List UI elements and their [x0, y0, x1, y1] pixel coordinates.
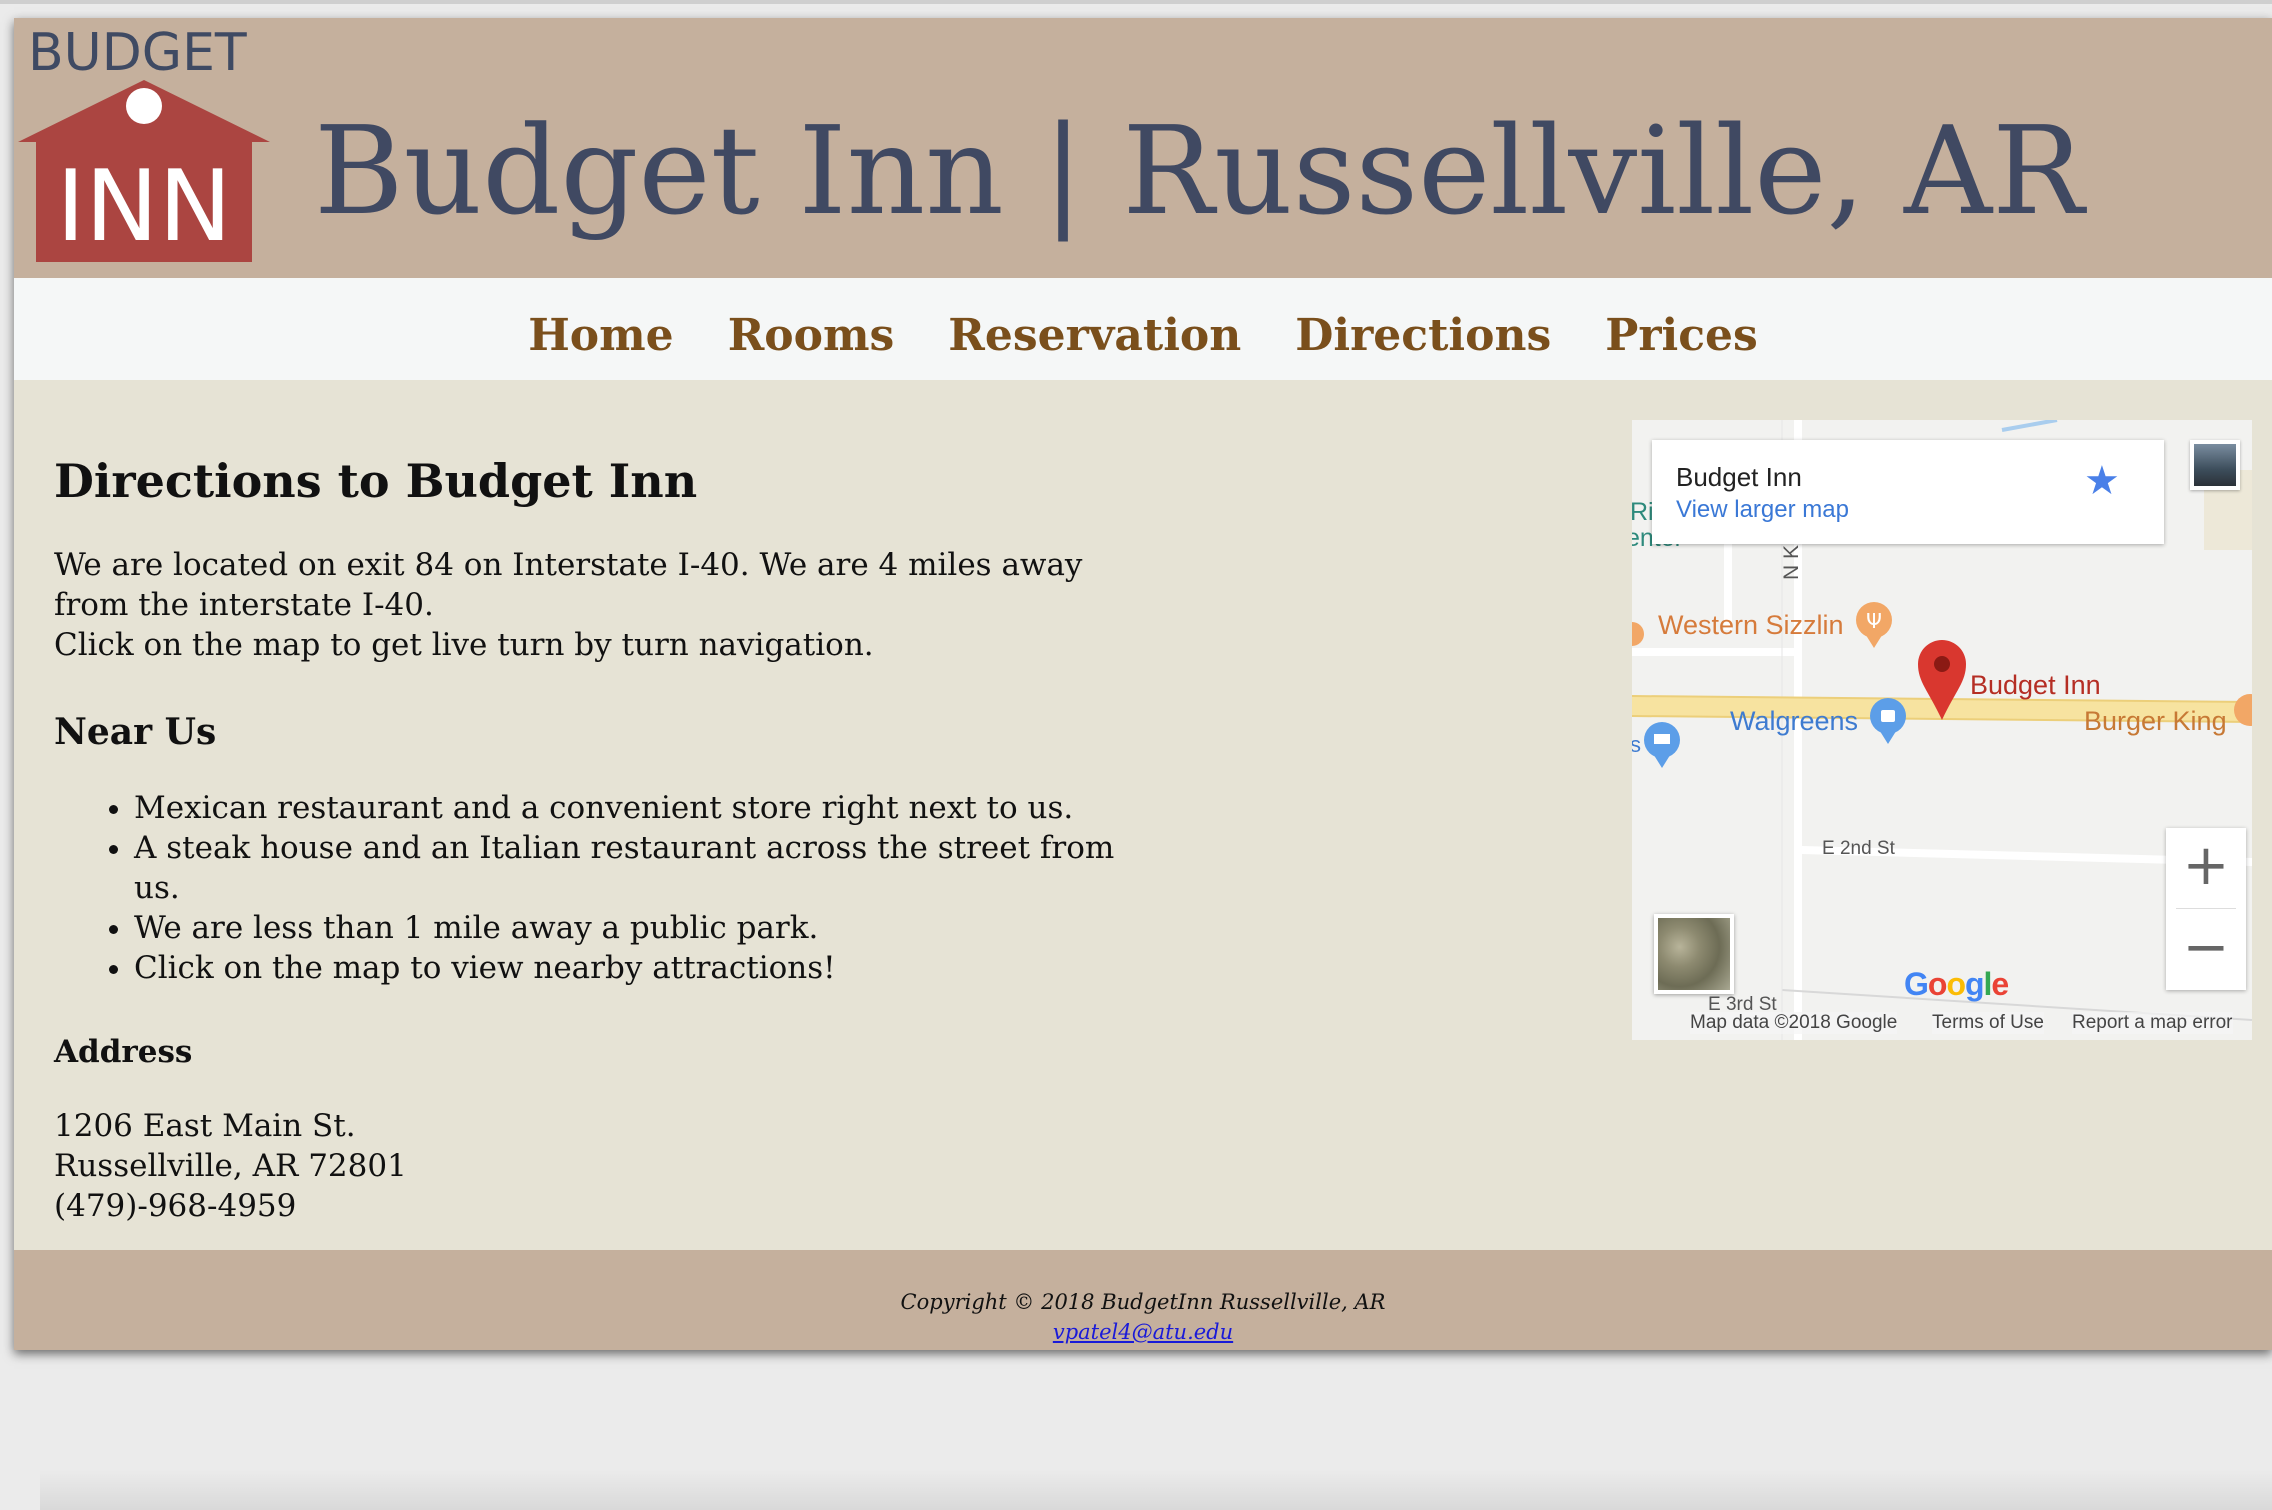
list-item: We are less than 1 mile away a public pa…: [134, 908, 1154, 948]
directions-intro: We are located on exit 84 on Interstate …: [54, 545, 1094, 665]
logo-budget-text: BUDGET: [28, 23, 247, 83]
map-label-e-2nd-st: E 2nd St: [1822, 838, 1895, 859]
site-title: Budget Inn | Russellville, AR: [314, 100, 2085, 242]
logo-window-circle: [126, 88, 162, 124]
directions-intro-line2: Click on the map to get live turn by tur…: [54, 627, 874, 664]
map-data-text: Map data ©2018 Google: [1690, 1012, 1898, 1034]
nav-link-prices[interactable]: Prices: [1605, 310, 1758, 361]
address-block: 1206 East Main St. Russellville, AR 7280…: [54, 1106, 1154, 1226]
map-label-walgreens: Walgreens: [1730, 706, 1859, 736]
nav-link-rooms[interactable]: Rooms: [728, 310, 895, 361]
satellite-thumbnail: [1658, 918, 1730, 990]
nav-item-home[interactable]: Home: [528, 314, 673, 358]
map-place-card: Budget Inn View larger map ★: [1652, 440, 2164, 544]
contact-email-link[interactable]: vpatel4@atu.edu: [14, 1320, 2272, 1344]
logo-inn-text: INN: [56, 150, 232, 264]
google-map-embed[interactable]: Ψ Western Sizzlin Budget Inn Walgreens B…: [1632, 420, 2252, 1040]
site-header: BUDGET INN Budget Inn | Russellville, AR: [14, 18, 2272, 278]
satellite-view-toggle[interactable]: [1654, 914, 1734, 994]
nav-link-reservation[interactable]: Reservation: [948, 310, 1241, 361]
address-phone: (479)-968-4959: [54, 1187, 297, 1224]
address-street: 1206 East Main St.: [54, 1107, 356, 1144]
map-label-western-sizzlin: Western Sizzlin: [1658, 610, 1844, 640]
road-minor: [1794, 700, 1802, 1040]
svg-text:Ψ: Ψ: [1866, 609, 1882, 633]
near-us-list: Mexican restaurant and a convenient stor…: [54, 788, 1154, 988]
nav-item-rooms[interactable]: Rooms: [728, 314, 895, 358]
account-avatar[interactable]: [2190, 440, 2240, 490]
directions-intro-line1: We are located on exit 84 on Interstate …: [54, 547, 1083, 624]
page-title: Directions to Budget Inn: [54, 454, 698, 508]
map-zoom-control: + −: [2166, 828, 2246, 990]
list-item: A steak house and an Italian restaurant …: [134, 828, 1154, 908]
road-minor: [1632, 648, 1794, 656]
budget-inn-logo[interactable]: BUDGET INN: [14, 22, 274, 278]
nav-link-home[interactable]: Home: [528, 310, 673, 361]
avatar-image: [2194, 444, 2236, 486]
zoom-divider: [2176, 908, 2236, 909]
report-map-error-link[interactable]: Report a map error: [2072, 1012, 2233, 1034]
main-navigation: Home Rooms Reservation Directions Prices: [14, 278, 2272, 380]
nav-link-directions[interactable]: Directions: [1295, 310, 1551, 361]
map-label-budget-inn: Budget Inn: [1970, 670, 2101, 700]
zoom-out-button[interactable]: −: [2166, 910, 2246, 990]
copyright-text: Copyright © 2018 BudgetInn Russellville,…: [900, 1290, 1386, 1314]
near-us-heading: Near Us: [54, 711, 217, 754]
list-item: Click on the map to view nearby attracti…: [134, 948, 1154, 988]
main-content: Directions to Budget Inn We are located …: [54, 454, 1154, 1226]
address-city: Russellville, AR 72801: [54, 1147, 407, 1184]
list-item: Mexican restaurant and a convenient stor…: [134, 788, 1154, 828]
site-footer: Copyright © 2018 BudgetInn Russellville,…: [14, 1250, 2272, 1350]
save-star-icon[interactable]: ★: [2084, 458, 2120, 504]
terms-of-use-link[interactable]: Terms of Use: [1932, 1012, 2044, 1034]
map-attribution-bar: Map data ©2018 Google Terms of Use Repor…: [1632, 1008, 2252, 1040]
map-label-edge-s: s: [1632, 732, 1641, 757]
browser-top-edge: [0, 0, 2272, 4]
map-card-name: Budget Inn: [1676, 462, 1802, 492]
page-container: BUDGET INN Budget Inn | Russellville, AR…: [14, 18, 2272, 1350]
nav-item-prices[interactable]: Prices: [1605, 314, 1758, 358]
google-logo: Google: [1904, 966, 2009, 1002]
nav-item-reservation[interactable]: Reservation: [948, 314, 1241, 358]
map-label-burger-king: Burger King: [2084, 706, 2227, 736]
window-bottom-shadow: [40, 1470, 2272, 1510]
zoom-in-button[interactable]: +: [2166, 828, 2246, 908]
view-larger-map-link[interactable]: View larger map: [1676, 496, 1849, 524]
nav-item-directions[interactable]: Directions: [1295, 314, 1551, 358]
address-heading: Address: [54, 1034, 193, 1071]
